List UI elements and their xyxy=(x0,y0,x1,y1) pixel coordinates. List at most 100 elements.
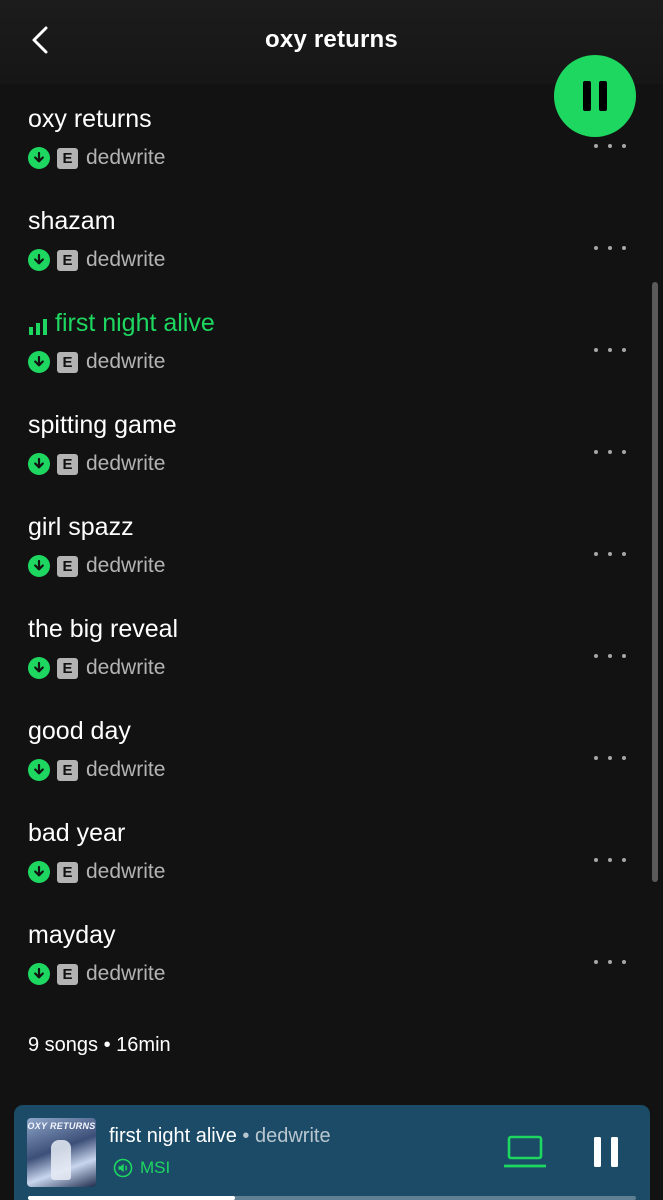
dot-icon xyxy=(622,450,626,454)
album-summary: 9 songs • 16min xyxy=(28,1034,171,1056)
dot-icon xyxy=(608,960,612,964)
pause-icon xyxy=(583,81,607,111)
dot-icon xyxy=(622,756,626,760)
explicit-badge: E xyxy=(57,249,78,271)
scrollbar[interactable] xyxy=(652,282,658,882)
track-artist: dedwrite xyxy=(86,656,166,679)
dot-icon xyxy=(622,144,626,148)
more-options-button[interactable] xyxy=(590,442,630,462)
connect-device-button[interactable] xyxy=(503,1133,547,1171)
mini-player[interactable]: OXY RETURNS first night alive • dedwrite… xyxy=(14,1105,650,1200)
track-title: bad year xyxy=(28,819,126,847)
dot-icon xyxy=(594,960,598,964)
track-row[interactable]: first night alive Ededwrite xyxy=(0,309,663,411)
track-row[interactable]: the big reveal Ededwrite xyxy=(0,615,663,717)
track-artist: dedwrite xyxy=(86,350,166,373)
downloaded-icon xyxy=(28,861,50,883)
more-options-button[interactable] xyxy=(590,748,630,768)
mini-pause-button[interactable] xyxy=(589,1135,623,1169)
dot-icon xyxy=(594,552,598,556)
more-options-button[interactable] xyxy=(590,238,630,258)
track-row[interactable]: good day Ededwrite xyxy=(0,717,663,819)
explicit-badge: E xyxy=(57,453,78,475)
laptop-icon xyxy=(503,1135,547,1168)
dot-icon xyxy=(608,552,612,556)
track-row[interactable]: bad year Ededwrite xyxy=(0,819,663,921)
track-artist: dedwrite xyxy=(86,860,166,883)
track-artist: dedwrite xyxy=(86,758,166,781)
more-options-button[interactable] xyxy=(590,544,630,564)
explicit-badge: E xyxy=(57,657,78,679)
downloaded-icon xyxy=(28,453,50,475)
more-options-button[interactable] xyxy=(590,136,630,156)
pause-icon xyxy=(594,1137,618,1167)
device-name: MSI xyxy=(140,1158,171,1177)
dot-icon xyxy=(594,144,598,148)
dot-icon xyxy=(594,756,598,760)
dot-icon xyxy=(608,450,612,454)
track-artist: dedwrite xyxy=(86,554,166,577)
track-meta: Ededwrite xyxy=(28,656,166,679)
track-row[interactable]: spitting game Ededwrite xyxy=(0,411,663,513)
track-artist: dedwrite xyxy=(86,452,166,475)
track-meta: Ededwrite xyxy=(28,350,166,373)
progress-bar[interactable] xyxy=(28,1196,636,1200)
dot-icon xyxy=(608,144,612,148)
downloaded-icon xyxy=(28,963,50,985)
dot-icon xyxy=(622,654,626,658)
explicit-badge: E xyxy=(57,963,78,985)
equalizer-icon xyxy=(29,319,47,335)
track-meta: Ededwrite xyxy=(28,146,166,169)
explicit-badge: E xyxy=(57,759,78,781)
dot-icon xyxy=(594,348,598,352)
explicit-badge: E xyxy=(57,147,78,169)
track-title: spitting game xyxy=(28,411,177,439)
dot-icon xyxy=(622,246,626,250)
downloaded-icon xyxy=(28,657,50,679)
dot-icon xyxy=(608,858,612,862)
cover-logo-text: OXY RETURNS xyxy=(27,1121,96,1131)
explicit-badge: E xyxy=(57,351,78,373)
track-meta: Ededwrite xyxy=(28,758,166,781)
progress-fill xyxy=(28,1196,235,1200)
more-options-button[interactable] xyxy=(590,646,630,666)
dot-icon xyxy=(608,756,612,760)
track-title: first night alive xyxy=(55,309,215,337)
downloaded-icon xyxy=(28,147,50,169)
dot-icon xyxy=(594,654,598,658)
speaker-icon xyxy=(113,1158,133,1178)
downloaded-icon xyxy=(28,249,50,271)
playback-device: MSI xyxy=(113,1158,170,1178)
downloaded-icon xyxy=(28,555,50,577)
track-title: shazam xyxy=(28,207,116,235)
album-screen: oxy returns oxy returns Ededwrite shazam Ed… xyxy=(0,0,663,1200)
dot-icon xyxy=(594,858,598,862)
dot-icon xyxy=(622,858,626,862)
dot-icon xyxy=(608,654,612,658)
track-title: girl spazz xyxy=(28,513,134,541)
track-artist: dedwrite xyxy=(86,962,166,985)
track-row[interactable]: shazam Ededwrite xyxy=(0,207,663,309)
downloaded-icon xyxy=(28,351,50,373)
now-playing-artist: dedwrite xyxy=(254,1125,331,1147)
more-options-button[interactable] xyxy=(590,850,630,870)
dot-icon xyxy=(608,348,612,352)
dot-icon xyxy=(608,246,612,250)
dot-icon xyxy=(622,552,626,556)
cover-figure xyxy=(51,1140,71,1180)
album-cover: OXY RETURNS xyxy=(27,1118,96,1187)
page-title: oxy returns xyxy=(265,26,398,53)
separator: • xyxy=(236,1125,255,1147)
track-row[interactable]: mayday Ededwrite xyxy=(0,921,663,1023)
dot-icon xyxy=(622,348,626,352)
track-artist: dedwrite xyxy=(86,146,166,169)
more-options-button[interactable] xyxy=(590,340,630,360)
track-meta: Ededwrite xyxy=(28,554,166,577)
track-meta: Ededwrite xyxy=(28,452,166,475)
explicit-badge: E xyxy=(57,861,78,883)
more-options-button[interactable] xyxy=(590,952,630,972)
track-meta: Ededwrite xyxy=(28,962,166,985)
play-pause-button[interactable] xyxy=(554,55,636,137)
track-row[interactable]: girl spazz Ededwrite xyxy=(0,513,663,615)
track-meta: Ededwrite xyxy=(28,860,166,883)
